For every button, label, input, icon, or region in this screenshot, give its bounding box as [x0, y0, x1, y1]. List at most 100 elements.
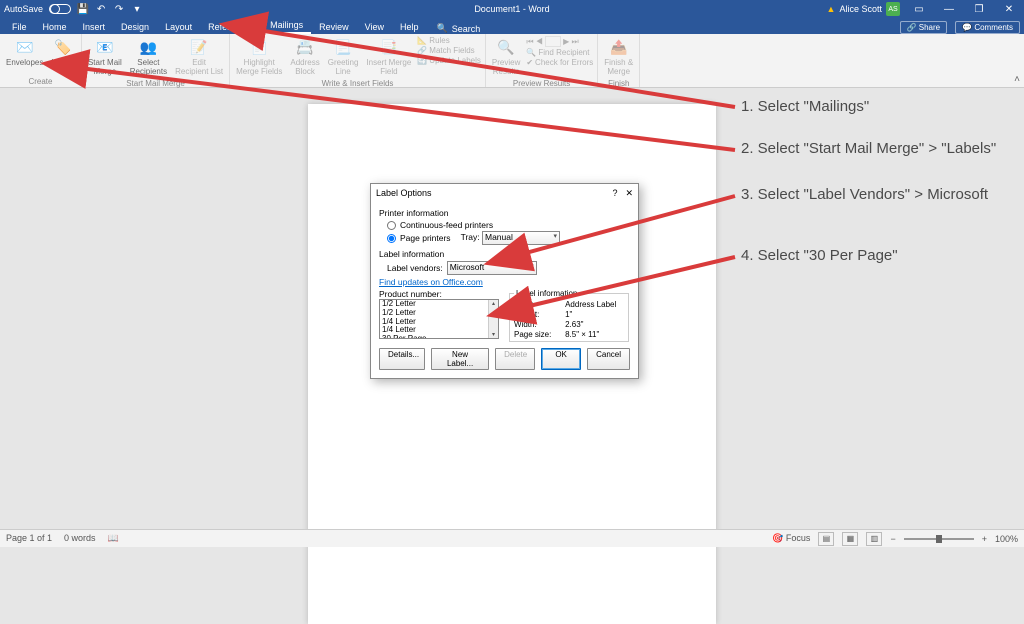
- address-block-label: Address Block: [290, 59, 319, 77]
- check-errors-button: ✔ Check for Errors: [526, 58, 593, 67]
- labels-label: Labels: [51, 59, 75, 68]
- address-icon: 📇: [295, 38, 315, 58]
- scroll-down-icon[interactable]: ▾: [492, 331, 495, 338]
- read-mode-icon[interactable]: ▤: [818, 532, 834, 546]
- document-title: Document1 - Word: [474, 4, 549, 14]
- close-icon[interactable]: ✕: [994, 0, 1024, 18]
- tab-file[interactable]: File: [4, 20, 35, 34]
- search-box[interactable]: 🔍 Search: [437, 23, 481, 34]
- rules-button: 📐 Rules: [417, 36, 481, 45]
- info-type-label: Type:: [514, 300, 559, 309]
- spellcheck-icon[interactable]: 📖: [108, 533, 119, 544]
- warning-icon[interactable]: ▲: [827, 4, 836, 14]
- share-label: Share: [919, 23, 940, 32]
- highlight-icon: 📄: [249, 38, 269, 58]
- finish-merge-label: Finish & Merge: [604, 59, 633, 77]
- focus-label: Focus: [786, 533, 811, 543]
- edit-recipient-list-button: 📝Edit Recipient List: [173, 36, 225, 79]
- word-count[interactable]: 0 words: [64, 533, 96, 544]
- comments-button[interactable]: 💬 Comments: [955, 21, 1020, 34]
- share-button[interactable]: 🔗 Share: [900, 21, 948, 34]
- details-button[interactable]: Details...: [379, 348, 425, 370]
- statusbar: Page 1 of 1 0 words 📖 🎯 Focus ▤ ▦ ▥ − + …: [0, 529, 1024, 547]
- continuous-feed-label: Continuous-feed printers: [400, 220, 493, 230]
- zoom-value[interactable]: 100%: [995, 534, 1018, 544]
- label-options-dialog: Label Options ? ✕ Printer information Co…: [370, 183, 639, 379]
- new-label-button[interactable]: New Label...: [431, 348, 489, 370]
- search-icon: 🔍: [437, 23, 448, 34]
- annotation-3: 3. Select "Label Vendors" > Microsoft: [741, 186, 988, 203]
- envelopes-button[interactable]: ✉️Envelopes: [4, 36, 45, 70]
- start-mail-merge-button[interactable]: 📧Start Mail Merge: [86, 36, 124, 79]
- tab-review[interactable]: Review: [311, 20, 357, 34]
- print-layout-icon[interactable]: ▦: [842, 532, 858, 546]
- web-layout-icon[interactable]: ▥: [866, 532, 882, 546]
- maximize-icon[interactable]: ❐: [964, 0, 994, 18]
- tab-design[interactable]: Design: [113, 20, 157, 34]
- zoom-slider[interactable]: [904, 538, 974, 540]
- labels-button[interactable]: 🏷️Labels: [49, 36, 77, 70]
- vendor-value: Microsoft: [450, 262, 484, 272]
- greeting-line-label: Greeting Line: [328, 59, 359, 77]
- label-vendors-select[interactable]: Microsoft: [447, 261, 537, 275]
- qat-customize-icon[interactable]: ▾: [131, 3, 143, 15]
- cancel-button[interactable]: Cancel: [587, 348, 630, 370]
- recipients-icon: 👥: [138, 38, 158, 58]
- preview-group-label: Preview Results: [490, 79, 593, 88]
- info-width-label: Width:: [514, 320, 559, 329]
- continuous-feed-radio[interactable]: [387, 221, 396, 230]
- zoom-in-icon[interactable]: +: [982, 534, 987, 544]
- user-avatar[interactable]: AS: [886, 2, 900, 16]
- tab-layout[interactable]: Layout: [157, 20, 200, 34]
- autosave-toggle[interactable]: [49, 4, 71, 14]
- zoom-out-icon[interactable]: −: [890, 534, 895, 544]
- annotation-4: 4. Select "30 Per Page": [741, 247, 898, 264]
- info-type-value: Address Label: [565, 300, 624, 309]
- scroll-up-icon[interactable]: ▴: [492, 300, 495, 307]
- select-recipients-label: Select Recipients: [130, 59, 167, 77]
- edit-list-icon: 📝: [189, 38, 209, 58]
- list-item[interactable]: 30 Per Page: [380, 335, 498, 339]
- tab-references[interactable]: References: [200, 20, 262, 34]
- tab-mailings[interactable]: Mailings: [262, 18, 311, 34]
- focus-button[interactable]: 🎯 Focus: [772, 533, 810, 544]
- find-recipient-label: Find Recipient: [538, 48, 589, 57]
- create-group-label: Create: [4, 77, 77, 86]
- user-name[interactable]: Alice Scott: [839, 4, 882, 14]
- dialog-help-icon[interactable]: ?: [612, 188, 617, 199]
- edit-recipient-list-label: Edit Recipient List: [175, 59, 223, 77]
- delete-button: Delete: [495, 348, 535, 370]
- annotation-2: 2. Select "Start Mail Merge" > "Labels": [741, 140, 996, 157]
- search-label: Search: [452, 24, 481, 34]
- autosave-label: AutoSave: [4, 4, 43, 14]
- listbox-scrollbar[interactable]: ▴▾: [488, 300, 498, 338]
- envelopes-label: Envelopes: [6, 59, 43, 68]
- save-icon[interactable]: 💾: [77, 3, 89, 15]
- tab-view[interactable]: View: [357, 20, 392, 34]
- mail-merge-icon: 📧: [95, 38, 115, 58]
- find-updates-link[interactable]: Find updates on Office.com: [379, 277, 483, 287]
- ribbon-display-icon[interactable]: ▭: [904, 0, 934, 18]
- finish-merge-button: 📤Finish & Merge: [602, 36, 635, 79]
- label-info-box-title: Label information: [514, 289, 579, 298]
- tray-select[interactable]: Manual: [482, 231, 560, 245]
- tab-insert[interactable]: Insert: [75, 20, 114, 34]
- collapse-ribbon-icon[interactable]: ˄: [1014, 74, 1020, 85]
- dialog-close-icon[interactable]: ✕: [625, 188, 633, 199]
- product-listbox[interactable]: 1/2 Letter 1/2 Letter 1/4 Letter 1/4 Let…: [379, 299, 499, 339]
- page-printers-label: Page printers: [400, 233, 451, 243]
- label-info-section-label: Label information: [379, 249, 630, 259]
- minimize-icon[interactable]: ―: [934, 0, 964, 18]
- label-info-box: Label information Type:Address Label Hei…: [509, 289, 629, 342]
- tab-help[interactable]: Help: [392, 20, 427, 34]
- page-printers-radio[interactable]: [387, 234, 396, 243]
- select-recipients-button[interactable]: 👥Select Recipients: [128, 36, 169, 79]
- page-status[interactable]: Page 1 of 1: [6, 533, 52, 544]
- ok-button[interactable]: OK: [541, 348, 581, 370]
- write-group-label: Write & Insert Fields: [234, 79, 481, 88]
- redo-icon[interactable]: ↷: [113, 3, 125, 15]
- tab-home[interactable]: Home: [35, 20, 75, 34]
- rules-label: Rules: [429, 36, 449, 45]
- undo-icon[interactable]: ↶: [95, 3, 107, 15]
- info-height-value: 1": [565, 310, 624, 319]
